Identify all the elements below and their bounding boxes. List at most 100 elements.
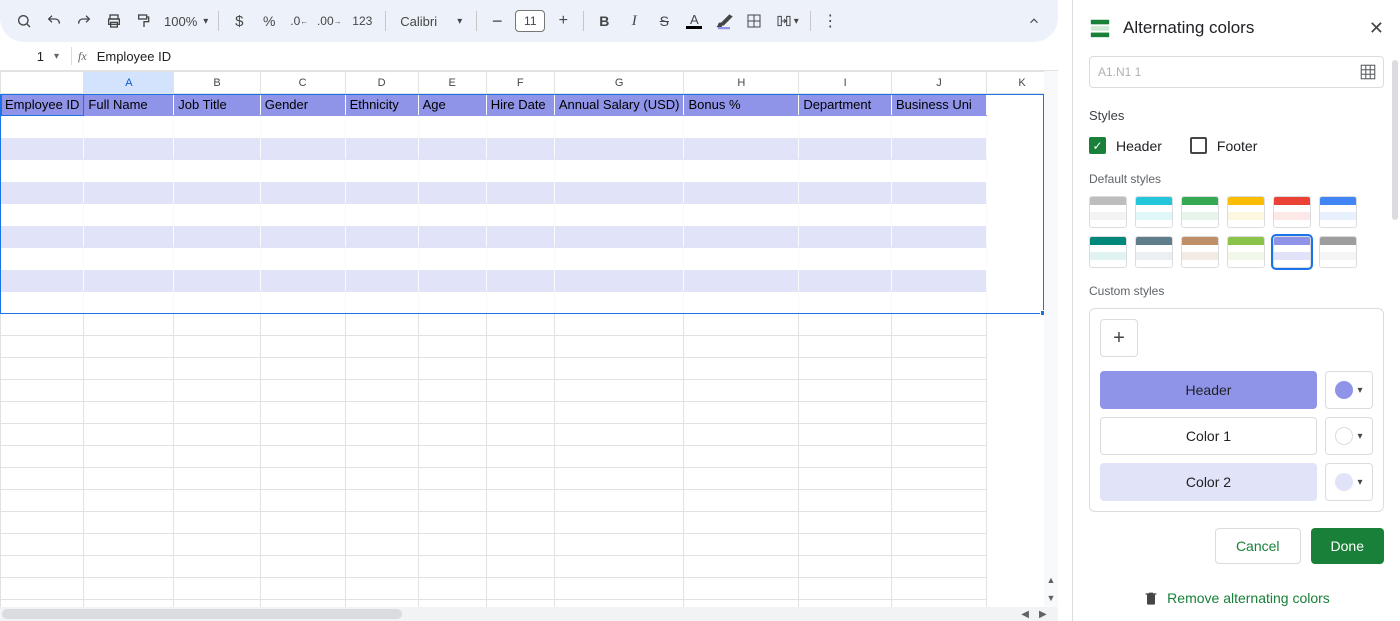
- footer-checkbox[interactable]: [1190, 137, 1207, 154]
- cell[interactable]: Department: [799, 94, 892, 116]
- column-header[interactable]: E: [418, 72, 486, 94]
- cell[interactable]: [799, 534, 892, 556]
- style-preset[interactable]: [1227, 196, 1265, 228]
- table-row[interactable]: [1, 270, 1058, 292]
- cell[interactable]: [84, 248, 174, 270]
- cell[interactable]: [554, 116, 684, 138]
- cell[interactable]: [418, 534, 486, 556]
- cell[interactable]: [684, 248, 799, 270]
- cell[interactable]: [554, 424, 684, 446]
- cell[interactable]: [345, 226, 418, 248]
- apply-range-input[interactable]: A1.N1 1: [1089, 56, 1384, 88]
- cell[interactable]: [174, 314, 260, 336]
- cell[interactable]: Job Title: [174, 94, 260, 116]
- color1-picker[interactable]: ▾: [1325, 417, 1373, 455]
- cell[interactable]: [418, 116, 486, 138]
- cell[interactable]: [486, 446, 554, 468]
- cell[interactable]: [174, 468, 260, 490]
- cell[interactable]: [684, 512, 799, 534]
- cell[interactable]: [891, 138, 986, 160]
- table-row[interactable]: [1, 424, 1058, 446]
- cell[interactable]: [684, 270, 799, 292]
- cell[interactable]: [260, 226, 345, 248]
- cell[interactable]: [84, 490, 174, 512]
- cell[interactable]: [799, 358, 892, 380]
- cell[interactable]: [486, 292, 554, 314]
- column-header[interactable]: J: [891, 72, 986, 94]
- increase-font-size-button[interactable]: +: [549, 7, 577, 35]
- table-row[interactable]: [1, 556, 1058, 578]
- cell[interactable]: [84, 578, 174, 600]
- search-menus-icon[interactable]: [10, 7, 38, 35]
- cell[interactable]: [174, 204, 260, 226]
- cell[interactable]: [554, 248, 684, 270]
- cell[interactable]: [799, 512, 892, 534]
- cell[interactable]: [554, 314, 684, 336]
- done-button[interactable]: Done: [1311, 528, 1384, 564]
- cell[interactable]: Full Name: [84, 94, 174, 116]
- cell[interactable]: [260, 182, 345, 204]
- style-preset[interactable]: [1181, 196, 1219, 228]
- cell[interactable]: [260, 490, 345, 512]
- style-preset[interactable]: [1319, 236, 1357, 268]
- cell[interactable]: [345, 468, 418, 490]
- cell[interactable]: [345, 556, 418, 578]
- table-row[interactable]: [1, 116, 1058, 138]
- cell[interactable]: [174, 138, 260, 160]
- cell[interactable]: [684, 556, 799, 578]
- cell[interactable]: [84, 512, 174, 534]
- currency-button[interactable]: $: [225, 7, 253, 35]
- column-header[interactable]: F: [486, 72, 554, 94]
- column-header[interactable]: H: [684, 72, 799, 94]
- cell[interactable]: [84, 446, 174, 468]
- style-preset[interactable]: [1227, 236, 1265, 268]
- cell[interactable]: [891, 182, 986, 204]
- cell[interactable]: [345, 292, 418, 314]
- cell[interactable]: [84, 138, 174, 160]
- cell[interactable]: [486, 534, 554, 556]
- cell[interactable]: Bonus %: [684, 94, 799, 116]
- cell[interactable]: [486, 336, 554, 358]
- cell[interactable]: [684, 424, 799, 446]
- column-header[interactable]: B: [174, 72, 260, 94]
- style-preset[interactable]: [1089, 196, 1127, 228]
- cell[interactable]: [799, 468, 892, 490]
- cell[interactable]: [418, 138, 486, 160]
- cell[interactable]: [684, 292, 799, 314]
- cell[interactable]: [799, 270, 892, 292]
- cell[interactable]: [174, 512, 260, 534]
- percent-button[interactable]: %: [255, 7, 283, 35]
- cell[interactable]: [486, 512, 554, 534]
- cell[interactable]: [174, 336, 260, 358]
- cell[interactable]: [260, 248, 345, 270]
- spreadsheet-grid[interactable]: ABCDEFGHIJKEmployee IDFull NameJob Title…: [0, 70, 1058, 621]
- cell[interactable]: [799, 402, 892, 424]
- cell[interactable]: [486, 116, 554, 138]
- cell[interactable]: [174, 160, 260, 182]
- cell[interactable]: [554, 380, 684, 402]
- text-color-button[interactable]: A: [680, 7, 708, 35]
- table-row[interactable]: [1, 358, 1058, 380]
- cell[interactable]: [684, 182, 799, 204]
- cell[interactable]: [418, 182, 486, 204]
- cell[interactable]: [799, 490, 892, 512]
- collapse-toolbar-button[interactable]: [1020, 7, 1048, 35]
- cell[interactable]: [345, 138, 418, 160]
- cell[interactable]: Age: [418, 94, 486, 116]
- cell[interactable]: [345, 402, 418, 424]
- cell[interactable]: [554, 402, 684, 424]
- font-size-input[interactable]: 11: [515, 10, 545, 32]
- cell[interactable]: [1, 358, 84, 380]
- cell[interactable]: [260, 204, 345, 226]
- cell[interactable]: [345, 314, 418, 336]
- borders-button[interactable]: [740, 7, 768, 35]
- cell[interactable]: [891, 380, 986, 402]
- print-button[interactable]: [100, 7, 128, 35]
- cell[interactable]: [418, 204, 486, 226]
- cell[interactable]: [486, 578, 554, 600]
- cell[interactable]: [684, 446, 799, 468]
- increase-decimal-button[interactable]: .00→: [315, 7, 343, 35]
- select-range-icon[interactable]: [1359, 63, 1377, 81]
- cell[interactable]: [684, 468, 799, 490]
- table-row[interactable]: [1, 248, 1058, 270]
